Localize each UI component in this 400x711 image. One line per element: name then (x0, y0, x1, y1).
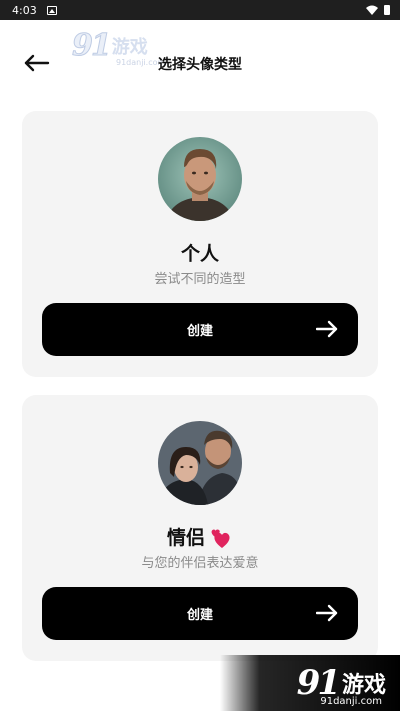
status-bar: 4:03 (0, 0, 400, 20)
two-hearts-icon (211, 528, 230, 548)
card-subtitle-individual: 尝试不同的造型 (154, 272, 246, 287)
create-button-individual[interactable]: 创建 (42, 303, 358, 356)
card-couple[interactable]: 情侣 与您的伴侣表达爱意 创建 (22, 395, 378, 661)
status-time: 4:03 (12, 3, 37, 17)
wifi-icon (366, 5, 378, 15)
avatar-individual (158, 137, 242, 221)
create-button-label: 创建 (186, 608, 213, 623)
avatar-couple (158, 421, 242, 505)
header: 91 游戏 91danji.com 选择头像类型 (0, 20, 400, 106)
watermark-bottom: 91 游戏 91danji.com (220, 655, 400, 711)
card-subtitle-couple: 与您的伴侣表达爱意 (141, 556, 259, 571)
page-title: 选择头像类型 (158, 57, 242, 73)
card-title-couple: 情侣 (22, 523, 378, 550)
watermark-bottom-url: 91danji.com (320, 696, 382, 707)
card-individual[interactable]: 个人 尝试不同的造型 创建 (22, 111, 378, 377)
watermark-bottom-text: 游戏 (341, 673, 386, 698)
create-button-label: 创建 (186, 324, 213, 339)
arrow-right-icon (316, 320, 338, 338)
battery-icon (384, 5, 390, 15)
card-title-couple-text: 情侣 (166, 527, 205, 549)
arrow-right-icon (316, 604, 338, 622)
image-notification-icon (46, 5, 57, 15)
card-title-individual: 个人 (180, 243, 219, 265)
create-button-couple[interactable]: 创建 (42, 587, 358, 640)
